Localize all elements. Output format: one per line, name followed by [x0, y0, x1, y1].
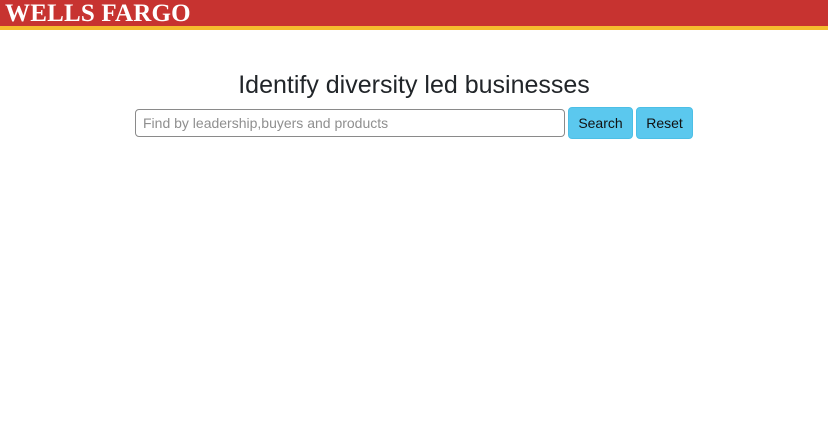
reset-button[interactable]: Reset: [636, 107, 693, 139]
search-button[interactable]: Search: [568, 107, 633, 139]
wells-fargo-logo: WELLS FARGO: [5, 0, 191, 27]
search-input[interactable]: [135, 109, 565, 137]
header-bar: WELLS FARGO: [0, 0, 828, 30]
page-title: Identify diversity led businesses: [238, 71, 590, 99]
